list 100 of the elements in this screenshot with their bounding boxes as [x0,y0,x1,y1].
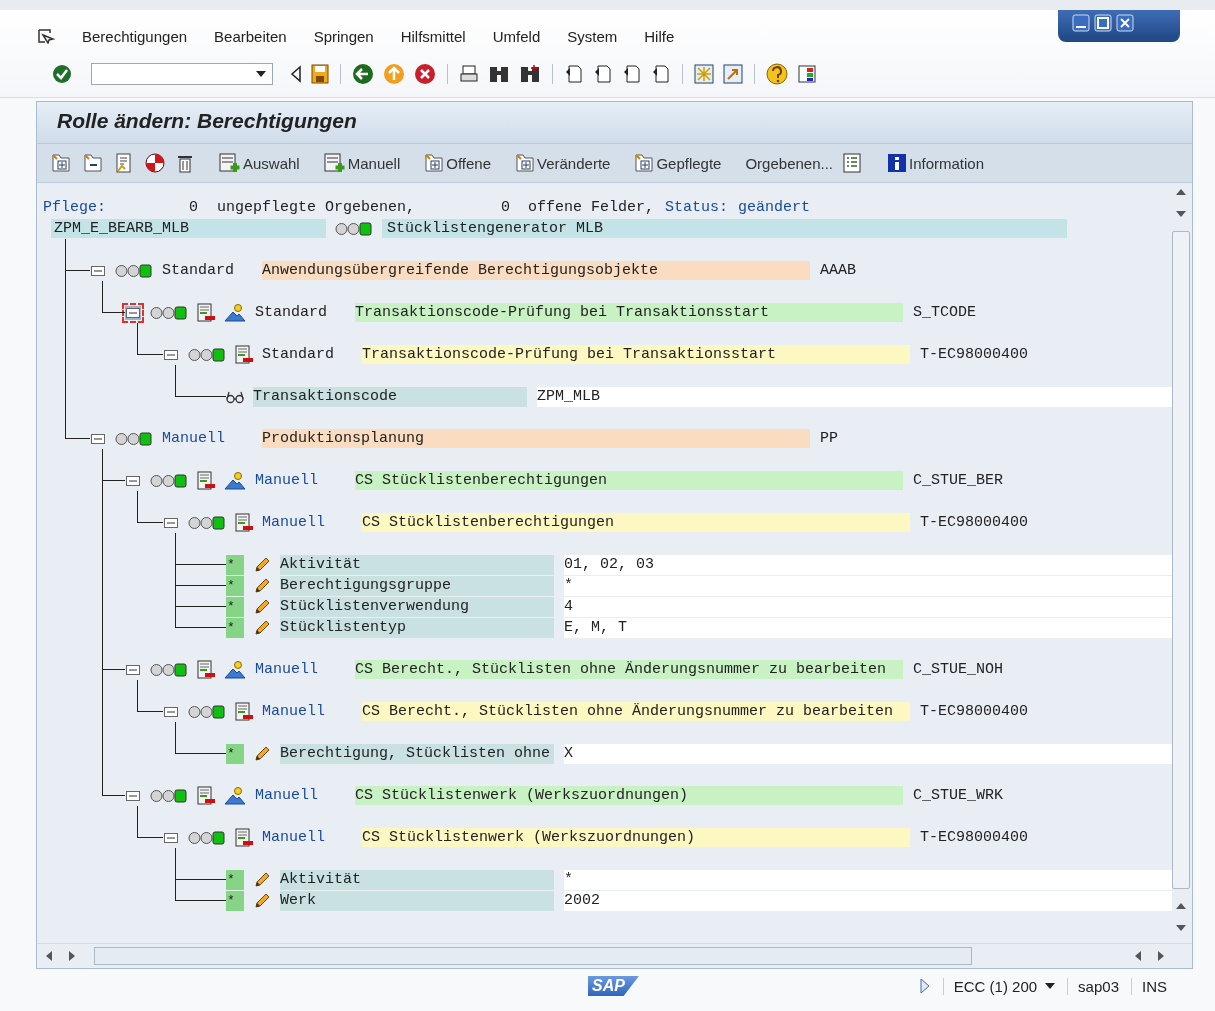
scroll-up-icon[interactable] [1175,187,1187,197]
scroll-left-icon[interactable] [1133,950,1143,962]
status-value: geändert [738,198,811,218]
page-icon[interactable] [622,64,642,84]
close-icon[interactable] [1116,14,1134,32]
field-value[interactable]: 2002 [564,890,1172,911]
page-icon[interactable] [564,64,584,84]
collapse-toggle-icon[interactable] [163,347,179,362]
screen-title: Rolle ändern: Berechtigungen [37,102,1192,144]
page-icon[interactable] [651,64,671,84]
summary-count: 0 [501,198,512,218]
collapse-toggle-icon[interactable] [90,431,106,446]
window-icon[interactable] [694,64,714,84]
role-description: Stücklistengenerator MLB [382,219,1067,238]
node-code: C_STUE_WRK [913,787,1003,804]
document-icon [235,513,253,532]
field-value[interactable]: * [564,869,1172,890]
field-label: Berechtigungsgruppe [280,575,554,596]
scroll-right-icon[interactable] [1156,950,1166,962]
menu-item[interactable]: Bearbeiten [214,27,287,45]
pencil-icon[interactable] [253,576,271,595]
field-value[interactable]: X [564,743,1172,764]
pencil-icon[interactable] [253,870,271,889]
minimize-icon[interactable] [1072,14,1090,32]
menu-item[interactable]: Umfeld [492,27,541,45]
layout-icon[interactable] [797,64,817,84]
open-button[interactable]: Offene [424,154,491,172]
pencil-icon[interactable] [253,891,271,910]
document-icon[interactable] [115,153,133,173]
collapse-toggle-icon[interactable] [163,515,179,530]
field-value[interactable]: ZPM_MLB [537,386,1172,407]
field-label: Stücklistenverwendung [280,596,554,617]
print-icon[interactable] [459,64,479,84]
list-icon[interactable] [843,153,861,173]
origin-label: Manuell [262,514,326,531]
collapse-toggle-icon[interactable] [125,788,141,803]
menu-item[interactable]: Hilfe [644,27,675,45]
node-code: T-EC98000400 [920,829,1029,846]
document-icon [197,660,215,679]
node-description: Anwendungsübergreifende Berechtigungsobjekte [262,261,810,280]
menu-item[interactable]: Springen [313,27,374,45]
field-value[interactable]: E, M, T [564,617,1172,638]
system-info[interactable]: ECC (1) 200 [942,977,1056,995]
field-label: Aktivität [280,869,554,890]
cancel-icon[interactable] [414,63,436,85]
pencil-icon[interactable] [253,618,271,637]
pencil-icon[interactable] [253,555,271,574]
sheet-plus-icon[interactable] [51,154,71,172]
collapse-toggle-icon[interactable] [163,830,179,845]
collapse-toggle-icon[interactable] [125,662,141,677]
scroll-down-icon[interactable] [1175,923,1187,933]
expand-icon[interactable] [918,978,931,994]
dropdown-icon [256,71,266,77]
field-value[interactable]: 4 [564,596,1172,617]
org-levels-button[interactable]: Orgebenen... [745,154,833,172]
help-icon[interactable] [766,63,788,85]
menu-item[interactable]: Berechtigungen [82,27,188,45]
tree-line [137,806,163,838]
maintained-button[interactable]: Gepflegte [634,154,722,172]
page-icon[interactable] [593,64,613,84]
node-code: T-EC98000400 [920,703,1029,720]
menu-item[interactable]: Hilfsmittel [400,27,466,45]
scroll-down-icon[interactable] [1175,209,1187,219]
binoculars-icon[interactable] [488,64,510,84]
scroll-left-icon[interactable] [44,950,54,962]
field-value[interactable]: 01, 02, 03 [564,554,1172,575]
insert-mode: INS [1131,977,1167,995]
binoculars-plus-icon[interactable] [519,64,541,84]
person-icon [224,660,246,679]
pencil-icon[interactable] [253,744,271,763]
pencil-icon[interactable] [253,597,271,616]
collapse-toggle-icon[interactable] [125,305,141,320]
selection-button[interactable]: Auswahl [219,153,300,173]
person-icon [224,303,246,322]
collapse-toggle-icon[interactable] [163,704,179,719]
field-value[interactable]: * [564,575,1172,596]
summary-text: ungepflegte Orgebenen, [217,198,416,218]
maximize-icon[interactable] [1094,14,1112,32]
origin-label: Manuell [162,430,226,447]
sheet-minus-icon[interactable] [83,154,103,172]
collapse-toggle-icon[interactable] [125,473,141,488]
node-code: T-EC98000400 [920,346,1029,363]
document-icon [197,303,215,322]
scroll-up-icon[interactable] [1175,901,1187,911]
save-icon[interactable] [311,64,329,84]
menu-item[interactable]: System [567,27,618,45]
command-field[interactable] [91,63,273,85]
scroll-thumb[interactable] [94,947,972,965]
collapse-toggle-icon[interactable] [90,263,106,278]
horizontal-scrollbar[interactable] [37,943,1192,968]
check-icon[interactable] [52,64,72,84]
menu-icon[interactable] [37,28,55,44]
pie-chart-icon[interactable] [145,153,165,173]
back-icon[interactable] [290,65,302,83]
trash-icon[interactable] [177,153,193,173]
sap-logo: SAP [588,976,639,996]
changed-button[interactable]: Veränderte [515,154,611,172]
manual-button[interactable]: Manuell [323,153,401,173]
information-button[interactable]: Information [887,153,985,173]
scroll-right-icon[interactable] [67,950,77,962]
